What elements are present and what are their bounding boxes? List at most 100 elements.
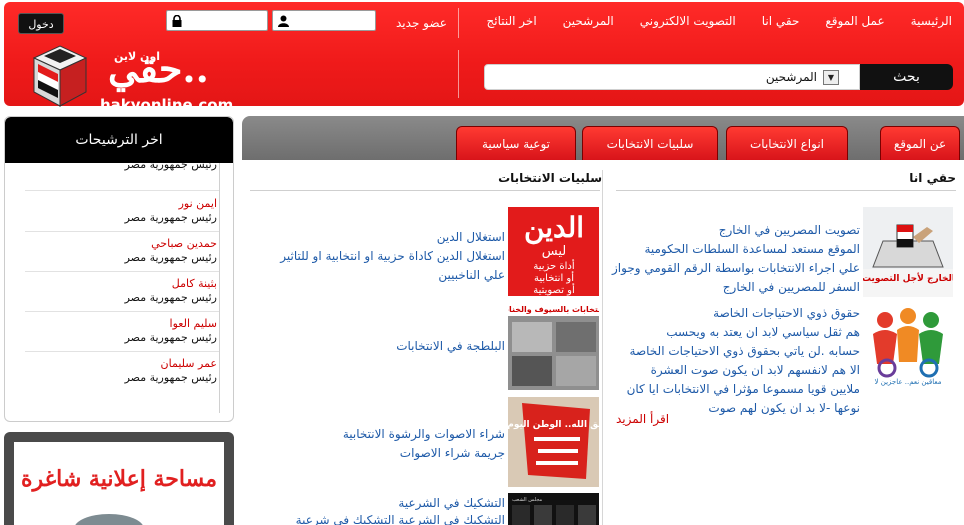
desc-line: هم ثقل سياسي لابد ان يعتد به ويحسب	[666, 325, 860, 339]
ballot-box-icon	[32, 45, 88, 107]
candidate-role: رئيس جمهورية مصر	[124, 371, 217, 384]
candidate-name[interactable]: حمدين صباحي	[19, 237, 217, 250]
parliament-icon: مجلس الشعب	[508, 493, 599, 525]
desc-line: جريمة شراء الاصوات	[399, 446, 505, 460]
nav-home[interactable]: الرئيسية	[911, 14, 952, 28]
candidate-name[interactable]: بثينة كامل	[19, 277, 217, 290]
crowd-photo-icon: الانتخابات بالسيوف والخناجر	[508, 300, 599, 390]
ballot-box-icon: مصريون بالخارج لأجل التصويت والانتخاب	[863, 207, 953, 297]
password-field[interactable]	[166, 10, 268, 31]
article-title-legitimacy[interactable]: التشكيك في الشرعية	[398, 496, 505, 510]
logo-text: حقي..	[108, 46, 210, 91]
divider	[25, 190, 219, 191]
column-divider	[602, 170, 603, 525]
nav-e-voting[interactable]: التصويت الالكتروني	[640, 14, 736, 28]
desc-line: ملايين قويا مسموعا مؤثرا في الانتخابات ا…	[626, 382, 860, 396]
username-field[interactable]	[272, 10, 376, 31]
disability-rights-thumbnail[interactable]: معاقين نعم.. عاجزين لا	[863, 304, 953, 388]
candidate-name[interactable]: عمر سليمان	[19, 357, 217, 370]
top-navigation: الرئيسية عمل الموقع حقي انا التصويت الال…	[486, 14, 952, 28]
divider	[25, 311, 219, 312]
religion-exploitation-thumbnail[interactable]: الدين ليس أداة حزبية أو انتخابية أو تصوي…	[508, 207, 599, 296]
ad-image	[74, 514, 144, 525]
thumb-caption-text: أداة حزبية	[533, 259, 575, 272]
ad-panel: مساحة إعلانية شاغرة	[4, 432, 234, 525]
list-item[interactable]: عمر سليمان رئيس جمهورية مصر	[19, 357, 219, 384]
desc-line: الموقع مستعد لمساعدة السلطات الحكومية	[644, 242, 860, 256]
list-scrollbar[interactable]	[219, 163, 220, 413]
section-tab-bar: عن الموقع انواع الانتخابات سلبيات الانتخ…	[242, 116, 964, 160]
chevron-down-icon[interactable]: ▼	[823, 70, 839, 85]
divider	[25, 231, 219, 232]
search-button[interactable]: بحث	[860, 64, 953, 90]
site-header: الرئيسية عمل الموقع حقي انا التصويت الال…	[4, 2, 964, 114]
user-icon	[278, 15, 289, 27]
thumb-caption-text: معاقين نعم.. عاجزين لا	[875, 378, 942, 386]
divider	[25, 351, 219, 352]
desc-line: علي الناخبيين	[438, 268, 505, 282]
ad-text: مساحة إعلانية شاغرة	[20, 466, 218, 492]
poster-icon: الدين ليس أداة حزبية أو انتخابية أو تصوي…	[508, 207, 599, 296]
desc-line: علي اجراء الانتخابات بواسطة الرقم القومي…	[612, 261, 860, 275]
article-title-thuggery[interactable]: البلطجة في الانتخابات	[396, 339, 505, 353]
candidate-role: رئيس جمهورية مصر	[124, 211, 217, 224]
nav-divider	[458, 8, 459, 38]
tab-political-awareness[interactable]: توعية سياسية	[456, 126, 576, 160]
new-member-link[interactable]: عضو جديد	[396, 16, 447, 30]
article-desc: التشكيك في الشرعية التشكيك في شرعية	[205, 511, 505, 525]
nav-candidates[interactable]: المرشحين	[563, 14, 614, 28]
candidate-role: رئيس جمهورية مصر	[124, 251, 217, 264]
divider	[616, 190, 956, 191]
thuggery-thumbnail[interactable]: الانتخابات بالسيوف والخناجر	[508, 300, 599, 390]
list-item[interactable]: حمدين صباحي رئيس جمهورية مصر	[19, 237, 219, 264]
list-item[interactable]: ايمن نور رئيس جمهورية مصر	[19, 197, 219, 224]
list-item[interactable]: بثينة كامل رئيس جمهورية مصر	[19, 277, 219, 304]
article-title-religion[interactable]: استغلال الدين	[437, 230, 505, 244]
search-category-select[interactable]: المرشحين ▼	[484, 64, 860, 90]
vote-buying-thumbnail[interactable]: اتق الله.. الوطن اليوم	[508, 397, 599, 487]
people-icon: معاقين نعم.. عاجزين لا	[873, 308, 943, 386]
desc-line: التشكيك في الشرعية التشكيك في شرعية	[295, 513, 505, 525]
negatives-section-title: سلبيات الانتخابات	[498, 171, 602, 185]
my-right-section-title: حقي انا	[909, 171, 956, 185]
read-more-link[interactable]: اقرأ المزيد	[616, 412, 669, 426]
tab-about[interactable]: عن الموقع	[880, 126, 960, 160]
login-button[interactable]: دخول	[18, 13, 64, 34]
thumb-caption-text: مصريون بالخارج لأجل التصويت والانتخاب	[863, 272, 953, 284]
search-select-value: المرشحين	[765, 70, 817, 84]
logo-url: hakyonline.com	[100, 96, 234, 114]
site-logo[interactable]: اون لاين حقي.. hakyonline.com	[30, 44, 240, 116]
divider	[250, 190, 600, 191]
desc-line: استغلال الدين كاداة حزبية او انتخابية او…	[280, 249, 505, 263]
candidate-role: رئيس جمهورية مصر	[124, 163, 217, 171]
nav-latest-results[interactable]: اخر النتائج	[486, 14, 536, 28]
candidate-list[interactable]: رئيس جمهورية مصر ايمن نور رئيس جمهورية م…	[5, 163, 233, 411]
thumb-caption-text: اتق الله.. الوطن اليوم	[508, 420, 599, 430]
desc-line: الا هم لانفسهم لابد ان يكون صوت العشرة	[650, 363, 860, 377]
header-divider	[458, 50, 459, 98]
expat-voting-thumbnail[interactable]: مصريون بالخارج لأجل التصويت والانتخاب	[863, 207, 953, 297]
article-title-disability-rights[interactable]: حقوق ذوي الاحتياجات الخاصة	[713, 306, 860, 320]
nav-site-work[interactable]: عمل الموقع	[825, 14, 884, 28]
thumb-caption-text: أو انتخابية	[534, 271, 574, 284]
article-desc: الموقع مستعد لمساعدة السلطات الحكومية عل…	[610, 240, 860, 297]
lock-icon	[172, 15, 182, 27]
thumb-caption-text: الدين	[524, 211, 584, 245]
article-title-expat-voting[interactable]: تصويت المصريين في الخارج	[719, 223, 860, 237]
nav-my-right[interactable]: حقي انا	[762, 14, 800, 28]
article-title-vote-buying[interactable]: شراء الاصوات والرشوة الانتخابية	[343, 427, 505, 441]
list-item[interactable]: سليم العوا رئيس جمهورية مصر	[19, 317, 219, 344]
candidate-name[interactable]: ايمن نور	[19, 197, 217, 210]
article-desc: جريمة شراء الاصوات	[205, 444, 505, 463]
tab-election-negatives[interactable]: سلبيات الانتخابات	[582, 126, 718, 160]
candidate-name[interactable]: سليم العوا	[19, 317, 217, 330]
thumb-caption-text: الانتخابات بالسيوف والخناجر	[508, 305, 599, 314]
article-desc: هم ثقل سياسي لابد ان يعتد به ويحسب حسابه…	[610, 323, 860, 418]
ad-space[interactable]: مساحة إعلانية شاغرة	[14, 442, 224, 525]
tab-election-types[interactable]: انواع الانتخابات	[726, 126, 848, 160]
legitimacy-thumbnail[interactable]: مجلس الشعب	[508, 493, 599, 525]
protest-sign-icon: اتق الله.. الوطن اليوم	[508, 397, 599, 487]
latest-nominations-panel: اخر الترشيحات رئيس جمهورية مصر ايمن نور …	[4, 116, 234, 422]
article-desc: استغلال الدين كاداة حزبية او انتخابية او…	[205, 247, 505, 285]
list-item[interactable]: رئيس جمهورية مصر	[19, 163, 219, 171]
